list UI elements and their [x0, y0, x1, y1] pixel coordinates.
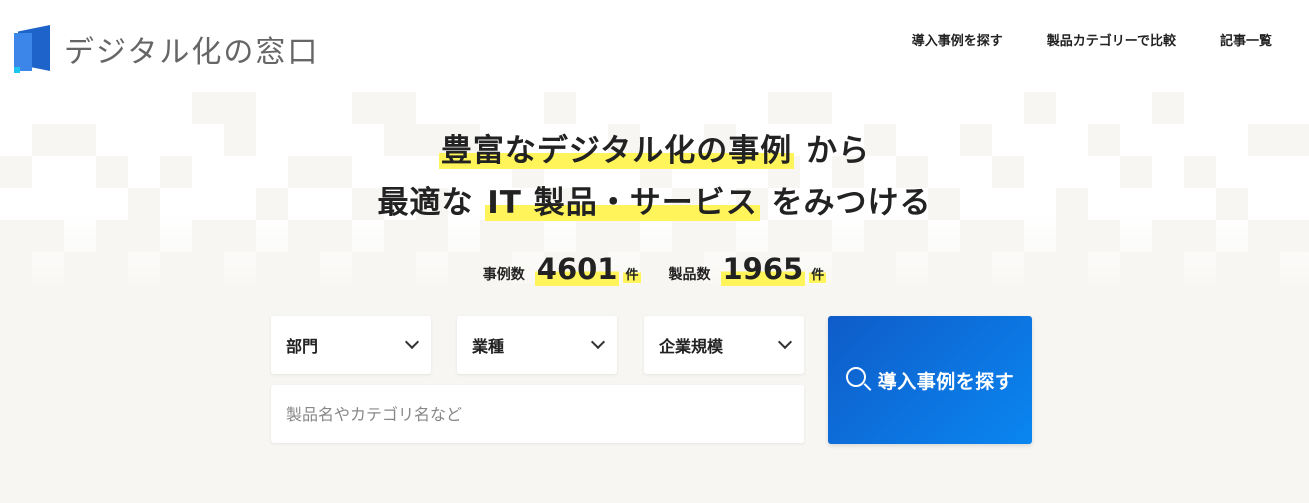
products-count-label: 製品数	[668, 267, 711, 283]
nav-item-articles[interactable]: 記事一覧	[1220, 30, 1272, 49]
stats-bar: 事例数 4601 件 製品数 1965 件	[0, 252, 1309, 286]
chevron-down-icon	[404, 334, 420, 350]
hero-section: 豊富なデジタル化の事例 から 最適な IT 製品・サービス をみつける 事例数 …	[0, 92, 1309, 503]
cases-count-value: 4601	[534, 252, 620, 286]
main-nav: 導入事例を探す 製品カテゴリーで比較 記事一覧	[912, 30, 1272, 49]
department-select[interactable]: 部門	[271, 316, 431, 374]
products-count-value: 1965	[720, 252, 806, 286]
cases-count-unit: 件	[623, 264, 641, 283]
products-count-unit: 件	[809, 264, 827, 283]
company-size-select[interactable]: 企業規模	[644, 316, 804, 374]
nav-item-compare-categories[interactable]: 製品カテゴリーで比較	[1047, 30, 1176, 49]
search-icon	[845, 367, 872, 393]
nav-item-find-cases[interactable]: 導入事例を探す	[912, 30, 1003, 49]
search-cases-button[interactable]: 導入事例を探す	[828, 316, 1032, 444]
hero-headline-line1: 豊富なデジタル化の事例 から	[438, 133, 871, 169]
chevron-down-icon	[777, 334, 793, 350]
chevron-down-icon	[590, 334, 606, 350]
keyword-search-input[interactable]	[271, 385, 804, 443]
hero-headline-line2: 最適な IT 製品・サービス をみつける	[377, 185, 932, 221]
site-logo[interactable]: デジタル化の窓口	[14, 25, 319, 73]
logo-text: デジタル化の窓口	[64, 35, 320, 70]
brand-window-icon	[14, 25, 54, 73]
cases-count-label: 事例数	[482, 267, 525, 283]
industry-select[interactable]: 業種	[457, 316, 617, 374]
site-header: デジタル化の窓口 導入事例を探す 製品カテゴリーで比較 記事一覧	[0, 0, 1309, 92]
